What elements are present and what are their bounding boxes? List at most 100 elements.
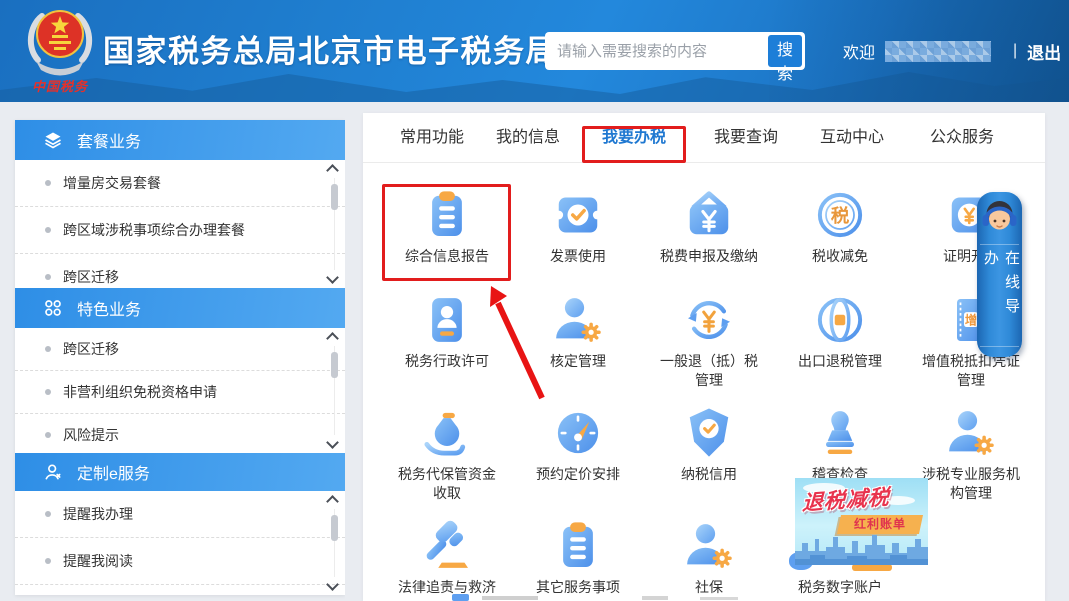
- grid-item-label: 税务数字账户: [775, 578, 905, 597]
- tab-i-want-to-file-tax[interactable]: 我要办税: [602, 113, 666, 163]
- chevron-up-icon[interactable]: [326, 332, 339, 345]
- grid-item-tax-administrative-license[interactable]: 税务行政许可: [382, 292, 512, 371]
- layers-icon: [43, 130, 63, 150]
- sidebar-item[interactable]: 增量房交易套餐: [15, 160, 345, 207]
- stamp-icon: [812, 405, 868, 461]
- person-gear-icon: [681, 518, 737, 574]
- logout-button[interactable]: 退出: [1027, 39, 1061, 64]
- credit-badge-icon: [681, 405, 737, 461]
- clipped-next-row-fragment: [452, 594, 469, 601]
- grid-item-label: 法律追责与救济: [382, 578, 512, 597]
- tax-refund-promo-banner[interactable]: 退税减税 红利账单: [795, 478, 928, 565]
- bullet-icon: [45, 432, 51, 438]
- grid-item-label: 税务代保管资金 收取: [382, 465, 512, 503]
- scrollbar-thumb[interactable]: [331, 515, 338, 541]
- sidebar-list: 提醒我办理 提醒我阅读: [15, 491, 345, 595]
- bullet-icon: [45, 274, 51, 280]
- grid-item-label: 出口退税管理: [775, 352, 905, 371]
- person-gear-icon: [943, 405, 999, 461]
- promo-headline: 退税减税: [802, 481, 891, 517]
- tab-i-want-to-query[interactable]: 我要查询: [714, 113, 778, 163]
- grid-item-label: 其它服务事项: [513, 578, 643, 597]
- grid-item-tax-declaration-payment[interactable]: 税费申报及缴纳: [644, 187, 774, 266]
- scrollbar-thumb[interactable]: [331, 352, 338, 378]
- grid-item-other-services[interactable]: 其它服务事项: [513, 518, 643, 597]
- grid-item-general-tax-refund[interactable]: 一般退（抵）税 管理: [644, 292, 774, 390]
- chevron-down-icon[interactable]: [326, 271, 339, 284]
- tab-bar: 常用功能 我的信息 我要办税 我要查询 互动中心 公众服务: [363, 113, 1045, 163]
- grid-item-label: 税费申报及缴纳: [644, 247, 774, 266]
- chevron-up-icon[interactable]: [326, 164, 339, 177]
- list-scrollbar[interactable]: [326, 160, 342, 288]
- clipped-next-row-fragment: [642, 596, 668, 600]
- grid-item-legal-liability-relief[interactable]: 法律追责与救济: [382, 518, 512, 597]
- header-divider: |: [1013, 42, 1017, 60]
- grid-item-label: 预约定价安排: [513, 465, 643, 484]
- grid-item-label: 纳税信用: [644, 465, 774, 484]
- grid-item-audit-inspection[interactable]: 稽查检查: [775, 405, 905, 484]
- layout-gutter: [345, 113, 363, 601]
- chevron-up-icon[interactable]: [326, 495, 339, 508]
- chevron-down-icon[interactable]: [326, 436, 339, 449]
- divider: [980, 346, 1019, 347]
- compass-icon: [550, 405, 606, 461]
- tab-my-info[interactable]: 我的信息: [496, 113, 560, 163]
- sidebar-item[interactable]: 提醒我办理: [15, 491, 345, 538]
- section-title: 特色业务: [77, 296, 141, 320]
- sidebar-list: 跨区迁移 非营利组织免税资格申请 风险提示: [15, 328, 345, 453]
- tax-bureau-emblem-logo: [24, 4, 96, 80]
- clipped-next-row-fragment: [700, 597, 738, 600]
- clipboard-icon: [550, 518, 606, 574]
- id-card-icon: [419, 292, 475, 348]
- tab-common-functions[interactable]: 常用功能: [400, 113, 464, 163]
- chevron-down-icon[interactable]: [326, 578, 339, 591]
- tab-public-service[interactable]: 公众服务: [930, 113, 994, 163]
- purse-yen-icon: [681, 187, 737, 243]
- grid-item-label: 综合信息报告: [382, 247, 512, 266]
- search-button[interactable]: 搜索: [768, 35, 802, 67]
- sidebar-item[interactable]: 风险提示: [15, 414, 345, 453]
- skyline-decoration: [795, 529, 928, 565]
- active-tab-underline: [602, 160, 666, 163]
- section-title: 套餐业务: [77, 128, 141, 152]
- grid-item-tax-reduction[interactable]: 税收减免: [775, 187, 905, 266]
- grid-item-export-tax-refund[interactable]: 出口退税管理: [775, 292, 905, 371]
- sidebar-item[interactable]: 跨区迁移: [15, 328, 345, 371]
- grid-item-social-security[interactable]: 社保: [644, 518, 774, 597]
- welcome-label: 欢迎: [843, 39, 875, 63]
- refund-cycle-icon: [681, 292, 737, 348]
- tab-interaction-center[interactable]: 互动中心: [820, 113, 884, 163]
- search-input[interactable]: [545, 43, 768, 60]
- grid-item-assessment-management[interactable]: 核定管理: [513, 292, 643, 371]
- sidebar-item[interactable]: 提醒我阅读: [15, 538, 345, 585]
- grid-item-label: 增值税抵扣凭证 管理: [906, 352, 1036, 390]
- grid-item-comprehensive-info-report[interactable]: 综合信息报告: [382, 187, 512, 266]
- app-header: 中国税务 国家税务总局北京市电子税务局 搜索 欢迎 | 退出: [0, 0, 1069, 102]
- grid-item-label: 社保: [644, 578, 774, 597]
- sidebar-section-featured-business[interactable]: 特色业务: [15, 288, 345, 328]
- grid-item-tax-credit[interactable]: 纳税信用: [644, 405, 774, 484]
- moneybag-hand-icon: [419, 405, 475, 461]
- section-title: 定制e服务: [77, 460, 150, 484]
- globe-icon: [812, 292, 868, 348]
- sidebar-section-custom-eservice[interactable]: 定制e服务: [15, 453, 345, 491]
- bullet-icon: [45, 180, 51, 186]
- grid-item-invoice-use[interactable]: 发票使用: [513, 187, 643, 266]
- gavel-icon: [419, 518, 475, 574]
- online-guide-floating-button[interactable]: 在线导办: [977, 192, 1022, 357]
- sidebar-item[interactable]: 跨区域涉税事项综合办理套餐: [15, 207, 345, 254]
- grid-item-label: 税收减免: [775, 247, 905, 266]
- scrollbar-thumb[interactable]: [331, 184, 338, 210]
- sidebar-item[interactable]: 跨区迁移: [15, 254, 345, 288]
- sidebar-section-package-business[interactable]: 套餐业务: [15, 120, 345, 160]
- sidebar-item[interactable]: 非营利组织免税资格申请: [15, 371, 345, 414]
- grid-item-advance-pricing-arrangement[interactable]: 预约定价安排: [513, 405, 643, 484]
- list-scrollbar[interactable]: [326, 491, 342, 595]
- username-redacted: [885, 41, 991, 62]
- grid-item-escrow-funds-collection[interactable]: 税务代保管资金 收取: [382, 405, 512, 503]
- person-icon: [43, 462, 63, 482]
- page-title: 国家税务总局北京市电子税务局: [103, 26, 558, 71]
- sidebar: 套餐业务 增量房交易套餐 跨区域涉税事项综合办理套餐 跨区迁移: [15, 120, 345, 595]
- list-scrollbar[interactable]: [326, 328, 342, 453]
- grid-item-label: 一般退（抵）税 管理: [644, 352, 774, 390]
